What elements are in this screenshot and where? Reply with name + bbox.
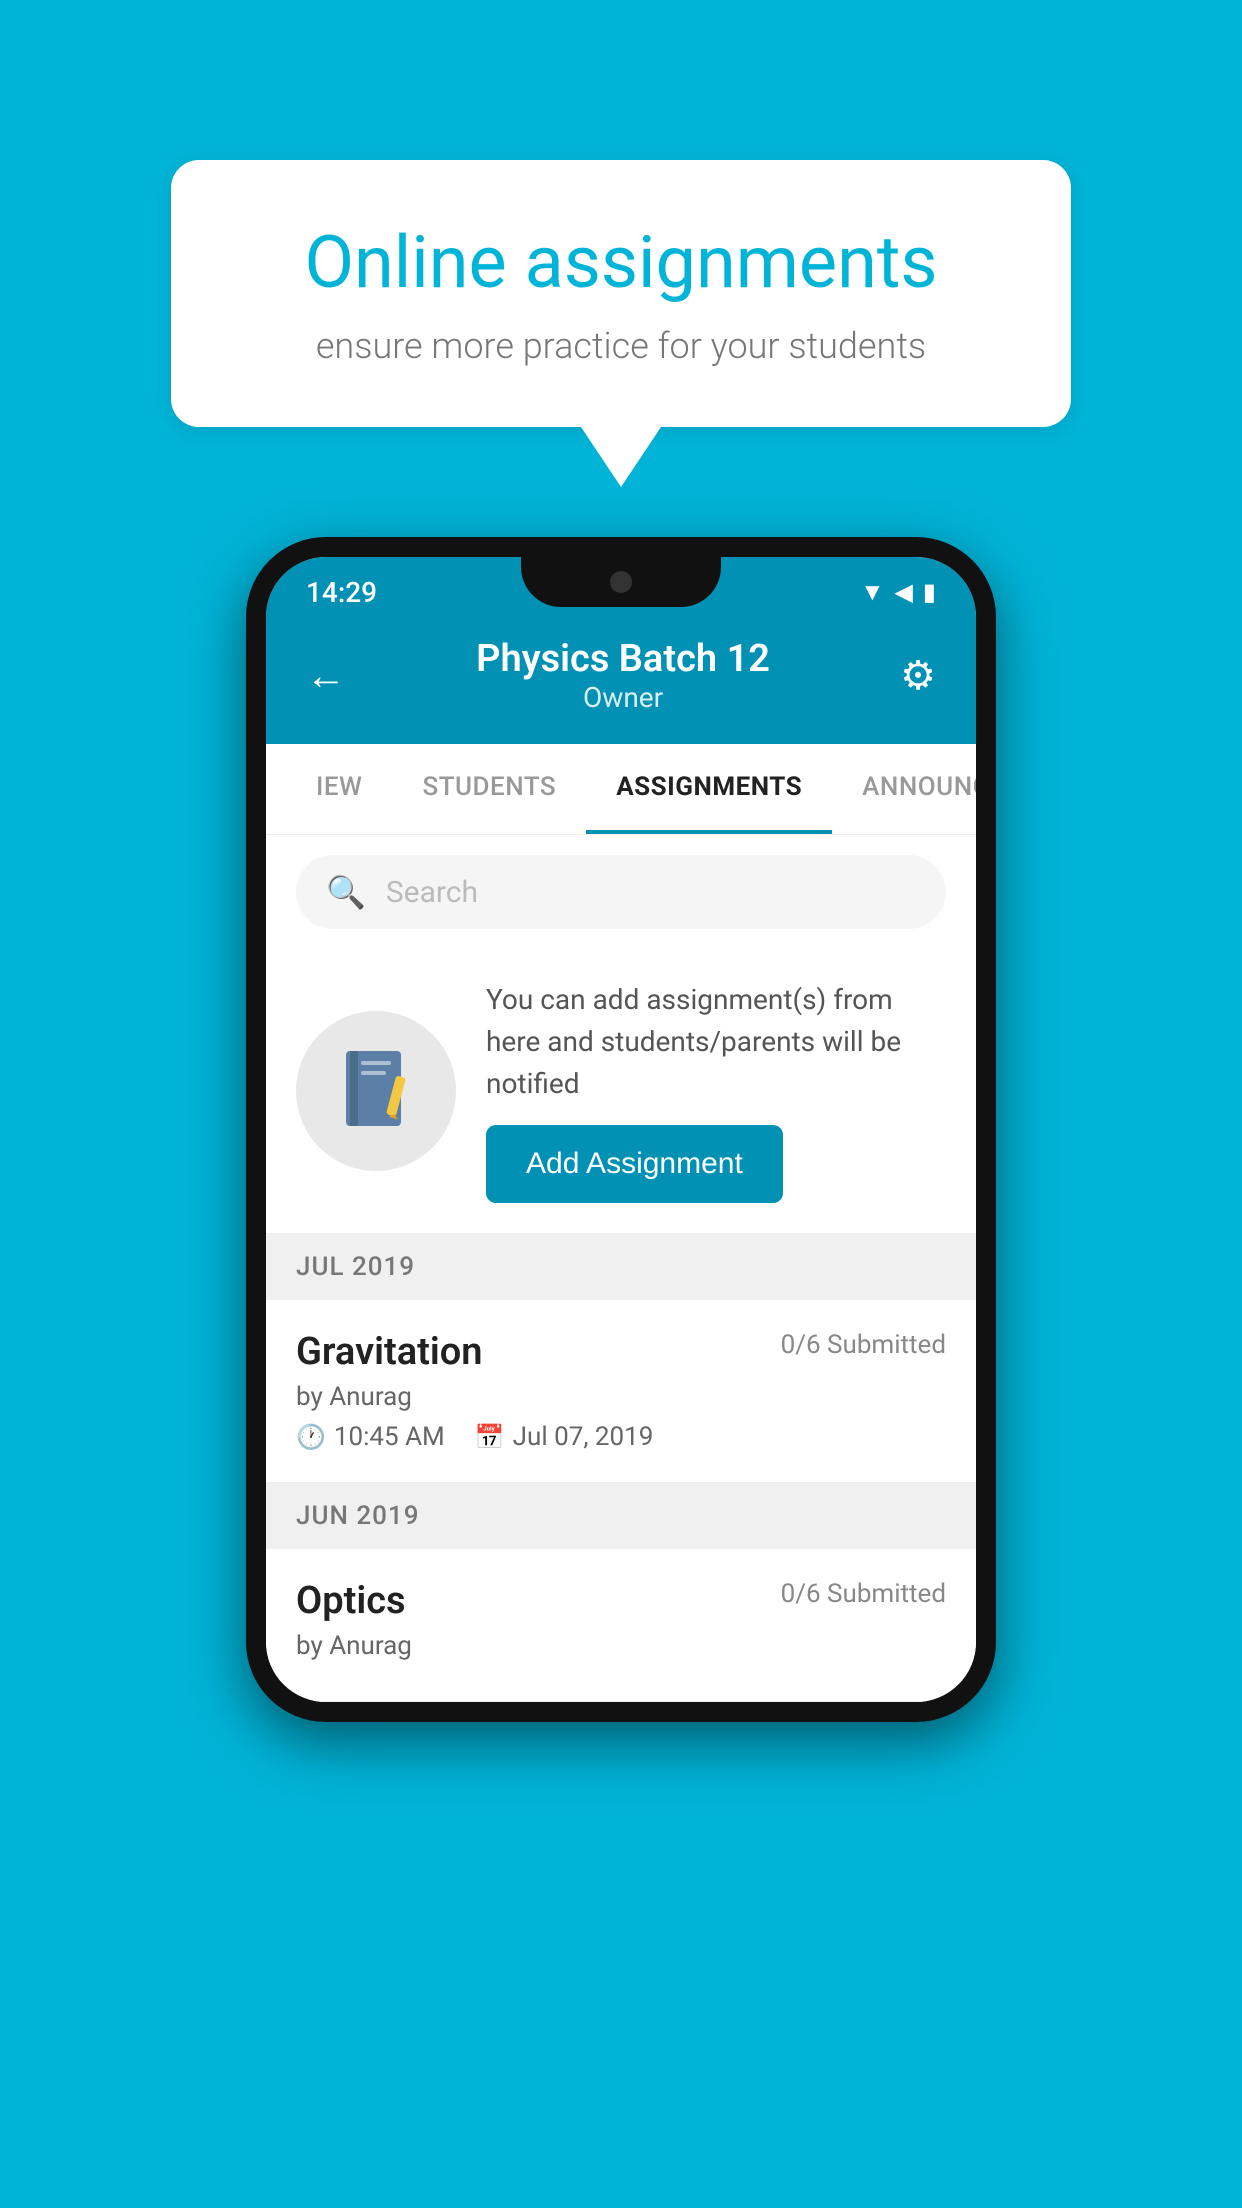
- search-bar[interactable]: 🔍 Search: [296, 855, 946, 929]
- assignment-title-optics: Optics: [296, 1579, 406, 1623]
- month-label-jul: JUL 2019: [296, 1252, 415, 1282]
- speech-bubble-arrow: [581, 427, 661, 487]
- tab-announcements[interactable]: ANNOUNCEM...: [832, 744, 976, 834]
- assignment-gravitation[interactable]: Gravitation 0/6 Submitted by Anurag 🕐 10…: [266, 1300, 976, 1483]
- month-label-jun: JUN 2019: [296, 1501, 419, 1531]
- promo-section: You can add assignment(s) from here and …: [266, 949, 976, 1234]
- phone-mockup: 14:29 ▼ ◀ ▮ ← Physics Batch 12 Owner ⚙ I…: [246, 537, 996, 1722]
- promo-text: You can add assignment(s) from here and …: [486, 979, 946, 1105]
- month-header-jul: JUL 2019: [266, 1234, 976, 1300]
- assignment-date-item: 📅 Jul 07, 2019: [475, 1422, 654, 1452]
- settings-button[interactable]: ⚙: [900, 652, 936, 699]
- tab-iew[interactable]: IEW: [286, 744, 392, 834]
- status-icons: ▼ ◀ ▮: [861, 578, 936, 607]
- assignment-title-gravitation: Gravitation: [296, 1330, 483, 1374]
- header-title: Physics Batch 12: [346, 637, 900, 681]
- signal-icon: ◀: [894, 578, 912, 606]
- assignment-time-item: 🕐 10:45 AM: [296, 1422, 445, 1452]
- header-title-block: Physics Batch 12 Owner: [346, 637, 900, 714]
- tabs-bar: IEW STUDENTS ASSIGNMENTS ANNOUNCEM...: [266, 744, 976, 835]
- clock-icon: 🕐: [296, 1423, 326, 1451]
- phone-camera: [610, 571, 632, 593]
- assignment-submitted-gravitation: 0/6 Submitted: [781, 1330, 946, 1360]
- assignment-by-gravitation: by Anurag: [296, 1382, 946, 1412]
- speech-bubble-title: Online assignments: [251, 220, 991, 305]
- promo-content: You can add assignment(s) from here and …: [486, 979, 946, 1203]
- tab-students[interactable]: STUDENTS: [392, 744, 586, 834]
- status-time: 14:29: [306, 576, 377, 609]
- speech-bubble-container: Online assignments ensure more practice …: [171, 160, 1071, 487]
- tab-assignments[interactable]: ASSIGNMENTS: [586, 744, 832, 834]
- notebook-icon: [336, 1046, 416, 1136]
- search-placeholder: Search: [386, 875, 478, 910]
- search-container: 🔍 Search: [266, 835, 976, 949]
- speech-bubble: Online assignments ensure more practice …: [171, 160, 1071, 427]
- assignment-submitted-optics: 0/6 Submitted: [781, 1579, 946, 1609]
- assignment-optics[interactable]: Optics 0/6 Submitted by Anurag: [266, 1549, 976, 1702]
- assignment-time: 10:45 AM: [334, 1422, 445, 1452]
- promo-icon-circle: [296, 1011, 456, 1171]
- search-icon: 🔍: [326, 873, 366, 911]
- header-subtitle: Owner: [346, 681, 900, 714]
- battery-icon: ▮: [923, 578, 936, 606]
- month-header-jun: JUN 2019: [266, 1483, 976, 1549]
- back-button[interactable]: ←: [306, 652, 346, 699]
- app-header: ← Physics Batch 12 Owner ⚙: [266, 617, 976, 744]
- assignment-meta-gravitation: 🕐 10:45 AM 📅 Jul 07, 2019: [296, 1422, 946, 1452]
- phone-screen: 14:29 ▼ ◀ ▮ ← Physics Batch 12 Owner ⚙ I…: [266, 557, 976, 1702]
- phone-frame: 14:29 ▼ ◀ ▮ ← Physics Batch 12 Owner ⚙ I…: [246, 537, 996, 1722]
- phone-notch: [521, 557, 721, 607]
- assignment-by-optics: by Anurag: [296, 1631, 946, 1661]
- assignment-date: Jul 07, 2019: [513, 1422, 654, 1452]
- assignment-row-top: Gravitation 0/6 Submitted: [296, 1330, 946, 1374]
- speech-bubble-subtitle: ensure more practice for your students: [251, 325, 991, 367]
- add-assignment-button[interactable]: Add Assignment: [486, 1125, 783, 1203]
- wifi-icon: ▼: [861, 578, 885, 607]
- assignment-row-top-optics: Optics 0/6 Submitted: [296, 1579, 946, 1623]
- calendar-icon: 📅: [475, 1423, 505, 1451]
